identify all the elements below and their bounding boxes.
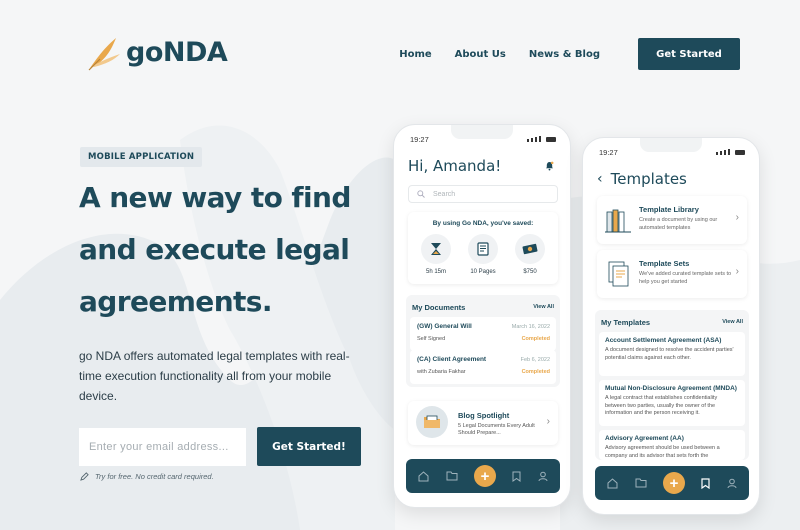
stat-money: $750 (510, 234, 550, 275)
home-icon[interactable] (607, 477, 618, 489)
document-title: (CA) Client Agreement (417, 356, 487, 363)
folder-tab-icon[interactable] (446, 471, 458, 481)
template-sub: A legal contract that establishes confid… (605, 395, 718, 416)
savings-card: By using Go NDA, you've saved: 5h 15m 10… (408, 212, 558, 284)
document-status: Completed (521, 336, 550, 342)
folder-tab-icon[interactable] (635, 478, 647, 488)
template-sets-card[interactable]: Template Sets We've added curated templa… (597, 250, 747, 298)
savings-title: By using Go NDA, you've saved: (432, 220, 534, 227)
books-icon (605, 209, 631, 233)
money-icon (522, 243, 538, 255)
template-sets-title: Template Sets (639, 259, 690, 268)
submit-email-button[interactable]: Get Started! (257, 427, 361, 466)
template-library-sub: Create a document by using our automated… (639, 217, 718, 231)
headline-line-3: agreements. (79, 285, 273, 318)
blog-subtitle: 5 Legal Documents Every Adult Should Pre… (458, 423, 535, 436)
template-item[interactable]: Advisory Agreement (AA) Advisory agreeme… (599, 430, 745, 460)
top-nav: Home About Us News & Blog Get Started (399, 38, 740, 70)
pen-icon (80, 472, 89, 481)
my-templates-title: My Templates (601, 318, 651, 327)
bottom-tab-bar: + (595, 466, 749, 500)
status-icons (716, 149, 745, 155)
phone-home-screen: 19:27 Hi, Amanda! Search By using Go NDA… (393, 124, 571, 508)
headline-line-1: A new way to find (79, 181, 351, 214)
document-sub: Self Signed (417, 336, 446, 342)
blog-title: Blog Spotlight (458, 411, 510, 420)
phone-notch (640, 138, 702, 152)
get-started-button[interactable]: Get Started (638, 38, 740, 70)
home-icon[interactable] (418, 470, 429, 482)
template-title: Account Settlement Agreement (ASA) (605, 337, 722, 344)
phone-notch (451, 125, 513, 139)
template-title: Mutual Non-Disclosure Agreement (MNDA) (605, 385, 737, 392)
template-item[interactable]: Mutual Non-Disclosure Agreement (MNDA) A… (599, 380, 745, 426)
template-library-title: Template Library (639, 205, 699, 214)
view-all-templates-link[interactable]: View All (722, 319, 743, 325)
nav-about-us[interactable]: About Us (455, 49, 506, 60)
stat-pages-value: 10 Pages (470, 269, 496, 275)
template-title: Advisory Agreement (AA) (605, 435, 684, 442)
status-time: 19:27 (410, 135, 429, 144)
profile-icon[interactable] (727, 478, 737, 489)
email-input[interactable] (79, 428, 246, 466)
document-title: (GW) General Will (417, 323, 472, 330)
bookmark-icon[interactable] (701, 477, 710, 489)
document-icon (477, 242, 489, 256)
status-icons (527, 136, 556, 142)
hero-description: go NDA offers automated legal templates … (79, 349, 350, 403)
status-time: 19:27 (599, 148, 618, 157)
document-sub: with Zubaria Fakhar (417, 369, 466, 375)
document-item[interactable]: (GW) General Will Self Signed March 16, … (410, 317, 556, 351)
headline-line-2: and execute legal (79, 233, 350, 266)
templates-title: Templates (610, 170, 687, 188)
stat-time-value: 5h 15m (425, 269, 446, 275)
back-chevron-icon[interactable]: ‹ (597, 171, 603, 187)
chevron-right-icon: › (735, 212, 739, 223)
template-item[interactable]: Account Settlement Agreement (ASA) A doc… (599, 332, 745, 376)
nav-news-blog[interactable]: News & Blog (529, 49, 600, 60)
phone-templates-screen: 19:27 ‹ Templates Template Library Creat… (582, 137, 760, 515)
profile-icon[interactable] (538, 471, 548, 482)
template-sub: A document designed to resolve the accid… (605, 347, 734, 361)
free-trial-note: Try for free. No credit card required. (80, 472, 214, 481)
note-text: Try for free. No credit card required. (95, 472, 214, 481)
document-status: Completed (521, 369, 550, 375)
document-item[interactable]: (CA) Client Agreement with Zubaria Fakha… (410, 350, 556, 384)
bookmark-icon[interactable] (512, 471, 521, 482)
template-sets-sub: We've added curated template sets to hel… (639, 271, 732, 285)
blog-spotlight-card[interactable]: Blog Spotlight 5 Legal Documents Every A… (408, 401, 558, 445)
greeting: Hi, Amanda! (408, 157, 502, 175)
stat-money-value: $750 (523, 269, 537, 275)
chevron-right-icon: › (546, 416, 550, 427)
template-sub: Advisory agreement should be used betwee… (605, 445, 720, 459)
hourglass-icon (431, 243, 441, 255)
feather-quill-icon (88, 38, 120, 71)
search-icon (417, 190, 425, 198)
chevron-right-icon: › (735, 266, 739, 277)
bell-icon[interactable] (545, 161, 554, 171)
document-date: Feb 6, 2022 (520, 357, 550, 363)
logo[interactable]: goNDA (86, 32, 228, 72)
search-placeholder: Search (433, 190, 456, 198)
add-button[interactable]: + (473, 465, 496, 487)
my-documents-section: My Documents View All (GW) General Will … (406, 295, 560, 387)
my-templates-section: My Templates View All Account Settlement… (595, 310, 749, 460)
stat-time: 5h 15m (416, 234, 456, 275)
search-input[interactable]: Search (408, 185, 558, 203)
logo-text: goNDA (126, 36, 228, 68)
folder-icon (416, 406, 448, 438)
hero-headline: A new way to find and execute legal agre… (79, 172, 399, 328)
bottom-tab-bar: + (406, 459, 560, 493)
templates-header: ‹ Templates (597, 170, 687, 188)
document-date: March 16, 2022 (511, 324, 550, 330)
documents-stack-icon (608, 261, 629, 287)
nav-home[interactable]: Home (399, 49, 431, 60)
stat-pages: 10 Pages (463, 234, 503, 275)
category-badge: MOBILE APPLICATION (80, 147, 203, 167)
view-all-documents-link[interactable]: View All (533, 304, 554, 310)
add-button[interactable]: + (662, 472, 685, 494)
my-documents-title: My Documents (412, 303, 466, 312)
template-library-card[interactable]: Template Library Create a document by us… (597, 196, 747, 244)
